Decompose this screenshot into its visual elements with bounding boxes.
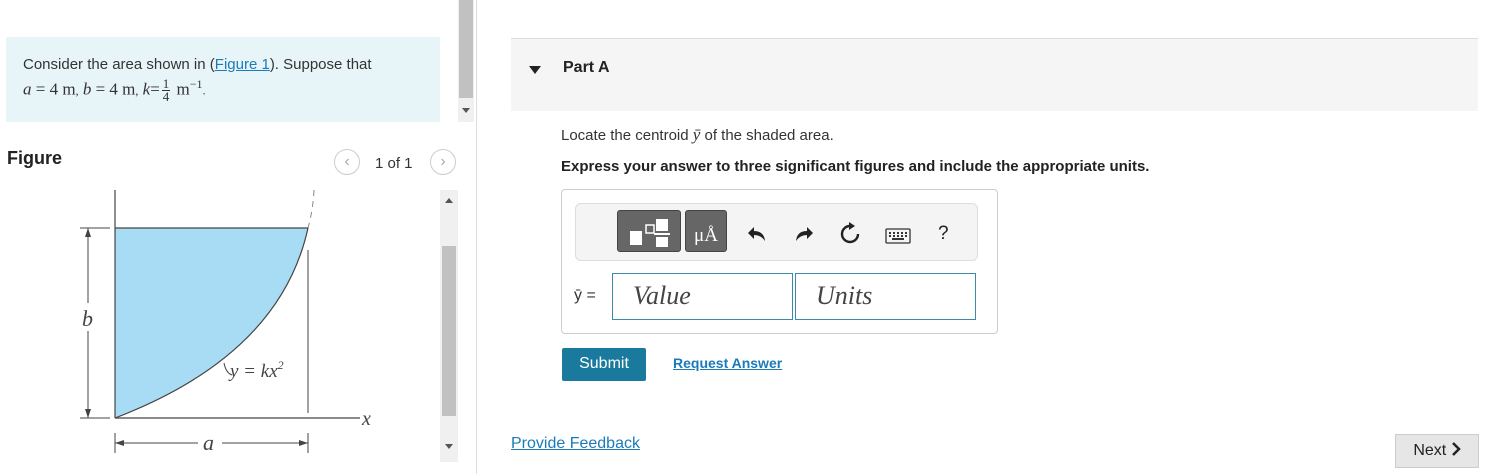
value-input[interactable]: Value xyxy=(612,273,793,320)
collapse-caret-icon[interactable] xyxy=(529,66,541,74)
scroll-down-icon[interactable] xyxy=(462,108,470,113)
question-text: Locate the centroid ȳ of the shaded area… xyxy=(561,125,834,145)
problem-statement: Consider the area shown in (Figure 1). S… xyxy=(6,37,440,122)
question-variable: ȳ xyxy=(692,125,701,144)
b-arrow-down-icon xyxy=(85,409,91,418)
reset-icon[interactable] xyxy=(838,222,862,246)
keyboard-icon[interactable] xyxy=(885,228,911,244)
pane-divider[interactable] xyxy=(476,0,477,474)
next-label: Next xyxy=(1413,442,1447,459)
prev-figure-button[interactable]: ‹ xyxy=(334,149,360,175)
k-fraction: 14 xyxy=(161,77,171,105)
curve-extension xyxy=(307,189,315,229)
request-answer-link[interactable]: Request Answer xyxy=(673,355,782,371)
figure-link[interactable]: Figure 1 xyxy=(215,56,270,73)
next-button[interactable]: Next xyxy=(1395,434,1479,468)
shaded-area xyxy=(115,228,308,418)
equals: = xyxy=(150,79,160,99)
units-placeholder: Units xyxy=(816,281,873,310)
fraction-template-icon xyxy=(630,219,670,247)
figure-diagram: b a x y = kx2 xyxy=(80,189,371,455)
a-arrow-right-icon xyxy=(299,440,308,446)
value-placeholder: Value xyxy=(633,281,691,310)
scroll-down-icon[interactable] xyxy=(445,444,453,449)
chevron-right-icon: › xyxy=(440,153,446,170)
part-label: Part A xyxy=(563,59,610,76)
instruction-text: Express your answer to three significant… xyxy=(561,158,1150,175)
redo-icon[interactable] xyxy=(793,223,815,245)
units-symbols-button[interactable]: μÅ xyxy=(685,210,727,252)
mu-angstrom-icon: μÅ xyxy=(694,225,718,246)
var-b: b xyxy=(82,79,92,99)
templates-button[interactable] xyxy=(617,210,681,252)
question-suffix: of the shaded area. xyxy=(704,127,834,144)
scrollbar-thumb[interactable] xyxy=(459,0,473,98)
math-toolbar: μÅ ? xyxy=(575,203,978,261)
label-a: a xyxy=(203,430,214,455)
problem-scrollbar[interactable] xyxy=(458,0,474,122)
curve-label-text: y = kx xyxy=(228,361,278,382)
unit-k: m xyxy=(176,79,190,99)
undo-icon[interactable] xyxy=(746,223,768,245)
next-figure-button[interactable]: › xyxy=(430,149,456,175)
unit-a: m xyxy=(62,79,76,99)
units-input[interactable]: Units xyxy=(795,273,976,320)
part-header[interactable] xyxy=(511,38,1478,111)
label-x: x xyxy=(361,408,371,430)
unit-b: m xyxy=(122,79,136,99)
chevron-right-icon xyxy=(1451,442,1461,456)
k-denominator: 4 xyxy=(162,89,170,105)
figure-title: Figure xyxy=(7,148,63,168)
figure-scrollbar[interactable] xyxy=(440,190,458,462)
b-arrow-up-icon xyxy=(85,228,91,237)
curve-label: y = kx2 xyxy=(228,358,284,382)
scroll-up-icon[interactable] xyxy=(445,198,453,203)
unit-k-exponent: −1 xyxy=(189,77,203,91)
a-arrow-left-icon xyxy=(115,440,124,446)
submit-button[interactable]: Submit xyxy=(562,348,646,381)
provide-feedback-link[interactable]: Provide Feedback xyxy=(511,435,640,453)
scrollbar-thumb[interactable] xyxy=(442,246,456,416)
question-prefix: Locate the centroid xyxy=(561,127,689,144)
value-a: = 4 xyxy=(35,79,59,99)
problem-values: a = 4 m, b = 4 m, k= 1 4 m−1. xyxy=(23,77,440,103)
period: . xyxy=(202,83,206,98)
chevron-left-icon: ‹ xyxy=(344,153,350,170)
comma: , xyxy=(75,83,79,98)
help-button[interactable]: ? xyxy=(938,223,949,245)
answer-variable-label: ȳ = xyxy=(574,287,596,304)
value-b: = 4 xyxy=(95,79,118,99)
label-b: b xyxy=(82,306,93,331)
comma: , xyxy=(135,83,139,98)
var-a: a xyxy=(23,79,32,99)
curve-label-exponent: 2 xyxy=(278,358,284,372)
problem-text-prefix: Consider the area shown in ( xyxy=(23,56,215,73)
problem-text-suffix: ). Suppose that xyxy=(269,56,372,73)
figure-page-indicator: 1 of 1 xyxy=(375,155,413,172)
